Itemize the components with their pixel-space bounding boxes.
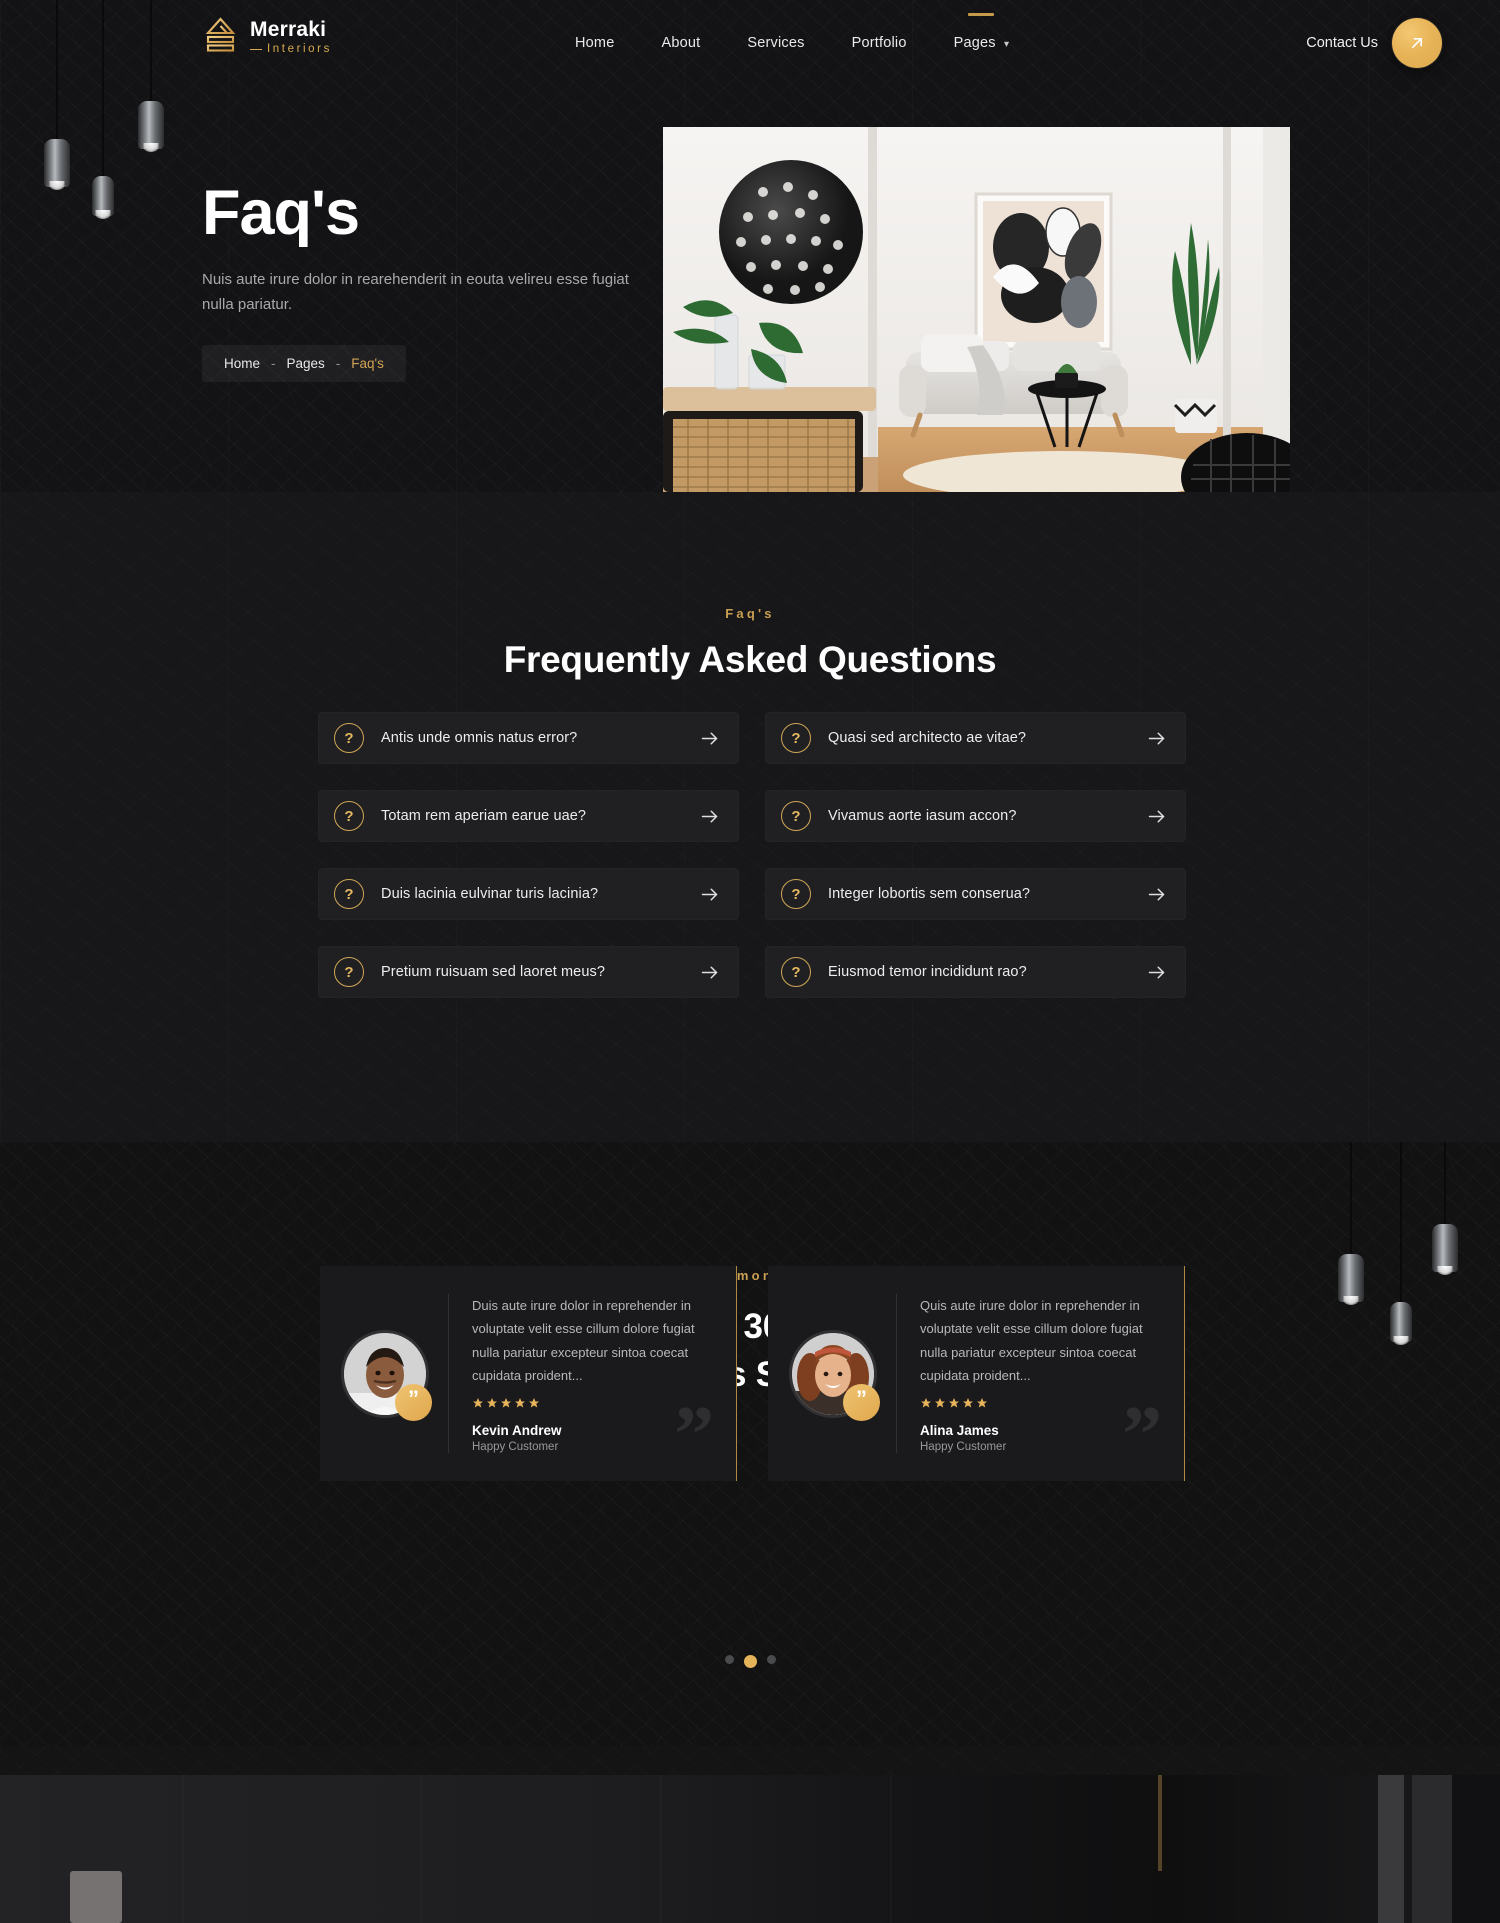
hero-image: [663, 127, 1290, 492]
breadcrumb-separator: -: [271, 355, 276, 371]
star-icon: [501, 1397, 511, 1408]
star-icon: [963, 1397, 973, 1408]
faq-item[interactable]: ? Eiusmod temor incididunt rao?: [765, 946, 1186, 998]
faq-item[interactable]: ? Antis unde omnis natus error?: [318, 712, 739, 764]
carousel-dot[interactable]: [766, 1655, 776, 1664]
question-mark-icon: ?: [334, 801, 364, 831]
star-icon: [921, 1397, 931, 1408]
hero-section: Merraki Interiors Home About Services Po…: [0, 0, 1500, 492]
faq-eyebrow: Faq's: [725, 606, 775, 621]
faq-item[interactable]: ? Totam rem aperiam earue uae?: [318, 790, 739, 842]
faq-heading-block: Faq's Frequently Asked Questions: [0, 606, 1500, 681]
nav-item-services[interactable]: Services: [747, 35, 804, 51]
faq-question: Vivamus aorte iasum accon?: [828, 808, 1017, 824]
breadcrumb-item-pages[interactable]: Pages: [287, 356, 325, 371]
page-title: Faq's: [202, 178, 360, 248]
star-icon: [515, 1397, 525, 1408]
testimonial-carousel: ” Duis aute irure dolor in reprehender i…: [320, 1266, 1185, 1481]
faq-item[interactable]: ? Integer lobortis sem conserua?: [765, 868, 1186, 920]
arrow-right-icon[interactable]: [1146, 962, 1167, 983]
carousel-dot[interactable]: [724, 1655, 734, 1664]
faq-item[interactable]: ? Vivamus aorte iasum accon?: [765, 790, 1186, 842]
primary-nav: Home About Services Portfolio Pages ▾: [575, 0, 1009, 86]
faq-question: Integer lobortis sem conserua?: [828, 886, 1031, 902]
faq-question: Antis unde omnis natus error?: [381, 730, 578, 746]
brand-tagline: Interiors: [250, 42, 332, 56]
question-mark-icon: ?: [334, 879, 364, 909]
testimonial-text: Quis aute irure dolor in reprehender in …: [920, 1298, 1143, 1383]
star-icon: [473, 1397, 483, 1408]
nav-item-about[interactable]: About: [661, 35, 700, 51]
faq-item[interactable]: ? Duis lacinia eulvinar turis lacinia?: [318, 868, 739, 920]
tagline-text: Interiors: [267, 42, 332, 55]
question-mark-icon: ?: [334, 723, 364, 753]
hero-description: Nuis aute irure dolor in rearehenderit i…: [202, 271, 629, 313]
faq-section: Faq's Frequently Asked Questions ? Antis…: [0, 492, 1500, 1142]
stacked-roof-logo-icon: [202, 16, 239, 58]
quote-badge-icon: ”: [843, 1383, 880, 1421]
decorative-quote-icon: ”: [1122, 1391, 1162, 1479]
arrow-right-icon[interactable]: [699, 806, 720, 827]
carousel-pagination: [0, 1655, 1500, 1668]
active-nav-marker: [968, 13, 995, 16]
brand-logo[interactable]: Merraki Interiors: [202, 16, 332, 58]
carousel-dot-active[interactable]: [743, 1655, 757, 1668]
site-header: Merraki Interiors Home About Services Po…: [0, 0, 1500, 86]
dark-interior-illustration: [0, 1775, 1500, 1923]
avatar-wrap: ”: [344, 1332, 432, 1421]
decorative-quote-icon: ”: [674, 1391, 714, 1479]
arrow-right-icon[interactable]: [699, 884, 720, 905]
arrow-right-icon[interactable]: [1146, 728, 1167, 749]
star-icon: [529, 1397, 539, 1408]
arrow-right-icon[interactable]: [699, 962, 720, 983]
star-icon: [977, 1397, 987, 1408]
faq-item[interactable]: ? Pretium ruisuam sed laoret meus?: [318, 946, 739, 998]
arrow-right-icon[interactable]: [1146, 884, 1167, 905]
faq-question: Duis lacinia eulvinar turis lacinia?: [381, 886, 599, 902]
arrow-right-icon[interactable]: [1146, 806, 1167, 827]
chevron-down-icon: ▾: [1003, 39, 1010, 50]
arrow-up-right-icon: [1412, 38, 1422, 49]
faq-title: Frequently Asked Questions: [503, 639, 997, 680]
quote-badge-icon: ”: [395, 1383, 432, 1421]
question-mark-icon: ?: [781, 879, 811, 909]
contact-us-label: Contact Us: [1306, 35, 1378, 51]
question-mark-icon: ?: [781, 723, 811, 753]
breadcrumb-separator: -: [335, 355, 341, 371]
nav-item-pages[interactable]: Pages ▾: [954, 13, 1010, 51]
faq-item[interactable]: ? Quasi sed architecto ae vitae?: [765, 712, 1186, 764]
bottom-section: [0, 1746, 1500, 1923]
pendant-lamp-6: [1432, 1142, 1458, 1272]
faq-question: Quasi sed architecto ae vitae?: [828, 730, 1027, 746]
breadcrumb-item-current: Faq's: [351, 355, 384, 371]
breadcrumb: Home - Pages - Faq's: [202, 344, 406, 382]
star-icon: [949, 1397, 959, 1408]
nav-item-portfolio[interactable]: Portfolio: [852, 35, 907, 51]
question-mark-icon: ?: [334, 957, 364, 987]
arrow-right-icon[interactable]: [699, 728, 720, 749]
faq-question: Eiusmod temor incididunt rao?: [828, 964, 1027, 980]
faq-question: Totam rem aperiam earue uae?: [381, 808, 587, 824]
hero-copy: Faq's Nuis aute irure dolor in rearehend…: [202, 182, 632, 382]
contact-us-button[interactable]: [1392, 18, 1442, 68]
contact-us-action[interactable]: Contact Us: [1306, 0, 1442, 86]
faq-grid: ? Antis unde omnis natus error? ? Quasi …: [318, 712, 1186, 998]
star-icon: [935, 1397, 945, 1408]
bottom-texture: [0, 1746, 1500, 1776]
faq-question: Pretium ruisuam sed laoret meus?: [381, 964, 606, 980]
bottom-image: [0, 1775, 1500, 1923]
living-room-illustration: [663, 127, 1290, 492]
nav-item-home[interactable]: Home: [575, 35, 614, 51]
star-icon: [487, 1397, 497, 1408]
tagline-dash: [250, 48, 262, 51]
testimonial-text: Duis aute irure dolor in reprehender in …: [472, 1298, 695, 1383]
question-mark-icon: ?: [781, 957, 811, 987]
question-mark-icon: ?: [781, 801, 811, 831]
testimonial-card: ” Duis aute irure dolor in reprehender i…: [320, 1266, 737, 1481]
breadcrumb-item-home[interactable]: Home: [224, 356, 260, 371]
testimonial-card: ” Quis aute irure dolor in reprehender i…: [768, 1266, 1185, 1481]
avatar-wrap: ”: [792, 1332, 880, 1421]
brand-name: Merraki: [250, 17, 327, 41]
